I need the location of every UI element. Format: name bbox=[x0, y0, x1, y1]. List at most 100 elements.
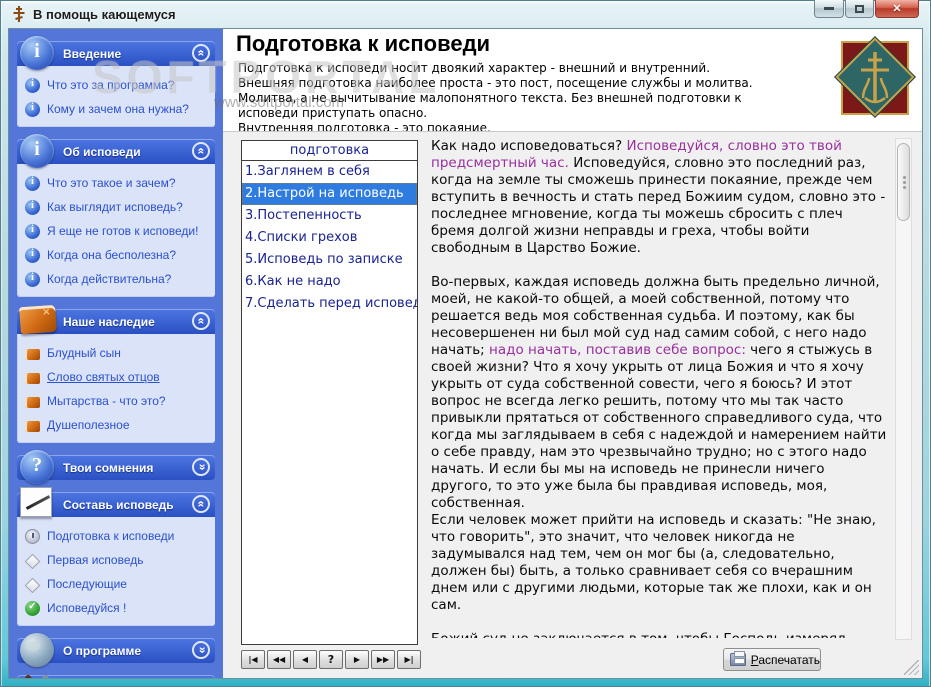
question-icon bbox=[20, 450, 54, 484]
sidebar-item-label: Когда она бесполезна? bbox=[47, 248, 176, 262]
sidebar-item-label: Что это за программа? bbox=[47, 78, 175, 92]
chevron-up-icon[interactable]: « bbox=[192, 142, 210, 160]
sidebar-item-label: Как выглядит исповедь? bbox=[47, 200, 183, 214]
chevron-up-icon[interactable]: « bbox=[192, 312, 210, 330]
sidebar-item[interactable]: Когда действительна? bbox=[25, 267, 211, 291]
titlebar[interactable]: В помощь кающемуся ✕ bbox=[0, 0, 931, 28]
chapter-listbox: подготовка 1.Заглянем в себя2.Настрой на… bbox=[241, 140, 418, 645]
article-paragraph: Во-первых, каждая исповедь должна быть п… bbox=[431, 274, 888, 512]
print-button[interactable]: Распечатать bbox=[723, 648, 821, 671]
nav-prior-button[interactable]: ◀ bbox=[293, 650, 317, 669]
book-icon bbox=[25, 373, 40, 384]
sidebar: Введение « Что это за программа? Кому и зач… bbox=[9, 29, 223, 678]
book-icon bbox=[25, 349, 40, 360]
sidebar-header-heritage[interactable]: Наше наследие« bbox=[17, 309, 215, 334]
sidebar-section-settings: Настройки« bbox=[17, 675, 215, 678]
main-panel: Подготовка к исповеди Подготовка к испов… bbox=[223, 29, 922, 678]
article-paragraph: Как надо исповедоваться? Исповедуйся, сл… bbox=[431, 138, 888, 257]
printer-icon bbox=[730, 653, 746, 666]
chapter-list-item[interactable]: 2.Настрой на исповедь bbox=[242, 183, 417, 205]
nav-prior-page-button[interactable]: ◀◀ bbox=[267, 650, 291, 669]
chevron-down-icon[interactable]: « bbox=[192, 458, 210, 476]
nav-next-button[interactable]: ▶ bbox=[345, 650, 369, 669]
section-title: Введение bbox=[63, 47, 121, 61]
sidebar-item-label: Исповедуйся ! bbox=[47, 601, 126, 615]
check-icon bbox=[25, 601, 40, 616]
page-intro: Подготовка к исповеди носит двоякий хара… bbox=[238, 61, 796, 136]
info-icon bbox=[25, 102, 40, 117]
sidebar-item-label: Первая исповедь bbox=[47, 553, 144, 567]
sidebar-section-compose: Составь исповедь« Подготовка к исповеди Пе… bbox=[17, 492, 215, 626]
section-body-intro: Что это за программа? Кому и зачем она ну… bbox=[17, 66, 215, 127]
chapter-list-item[interactable]: 3.Постепенность bbox=[242, 205, 417, 227]
info-icon bbox=[20, 134, 54, 168]
info-icon bbox=[25, 248, 40, 263]
sidebar-item-label: Подготовка к исповеди bbox=[47, 529, 174, 543]
sidebar-item[interactable]: Подготовка к исповеди bbox=[25, 524, 211, 548]
nav-help-button[interactable]: ? bbox=[319, 650, 343, 669]
article-scrollbar[interactable] bbox=[895, 138, 912, 640]
pencil-icon bbox=[20, 487, 52, 517]
sidebar-item[interactable]: Я еще не готов к исповеди! bbox=[25, 219, 211, 243]
sidebar-header-settings[interactable]: Настройки« bbox=[17, 675, 215, 678]
article-paragraph: Божий суд не заключается в том, чтобы Го… bbox=[431, 631, 888, 638]
maximize-button[interactable] bbox=[845, 0, 874, 18]
sidebar-item-label: Блудный сын bbox=[47, 346, 121, 360]
clock-icon bbox=[25, 529, 40, 544]
info-icon bbox=[20, 36, 54, 70]
sidebar-item[interactable]: Последующие bbox=[25, 572, 211, 596]
article-paragraph: Если человек может прийти на исповедь и … bbox=[431, 512, 888, 614]
sidebar-section-intro: Введение « Что это за программа? Кому и зач… bbox=[17, 41, 215, 127]
minimize-button[interactable] bbox=[814, 0, 844, 18]
info-icon bbox=[25, 224, 40, 239]
sidebar-item-label: Когда действительна? bbox=[47, 272, 171, 286]
scrollbar-thumb[interactable] bbox=[897, 143, 910, 221]
nav-next-page-button[interactable]: ▶▶ bbox=[371, 650, 395, 669]
chapter-list-item[interactable]: 6.Как не надо bbox=[242, 271, 417, 293]
sidebar-header-doubts[interactable]: Твои сомнения« bbox=[17, 455, 215, 480]
sidebar-item-label: Душеполезное bbox=[47, 418, 130, 432]
tag-icon bbox=[25, 553, 41, 569]
book-icon bbox=[25, 421, 40, 432]
chevron-down-icon[interactable]: « bbox=[192, 641, 210, 659]
sidebar-header-about-confession[interactable]: Об исповеди« bbox=[17, 139, 215, 164]
globe-icon bbox=[20, 633, 54, 667]
sidebar-item[interactable]: Как выглядит исповедь? bbox=[25, 195, 211, 219]
chapter-list-item[interactable]: 4.Списки грехов bbox=[242, 227, 417, 249]
close-button[interactable]: ✕ bbox=[875, 0, 919, 18]
sidebar-item[interactable]: Исповедуйся ! bbox=[25, 596, 211, 620]
sidebar-section-program: О программе« bbox=[17, 638, 215, 663]
sidebar-item[interactable]: Когда она бесполезна? bbox=[25, 243, 211, 267]
client-area: Введение « Что это за программа? Кому и зач… bbox=[8, 28, 923, 679]
sidebar-item[interactable]: Слово святых отцов bbox=[25, 365, 211, 389]
sidebar-item[interactable]: Блудный сын bbox=[25, 341, 211, 365]
page-header: Подготовка к исповеди Подготовка к испов… bbox=[223, 29, 922, 131]
sidebar-header-program[interactable]: О программе« bbox=[17, 638, 215, 663]
nav-last-button[interactable]: ▶| bbox=[397, 650, 421, 669]
nav-first-button[interactable]: |◀ bbox=[241, 650, 265, 669]
chapter-list-item[interactable]: 5.Исповедь по записке bbox=[242, 249, 417, 271]
sidebar-header-compose[interactable]: Составь исповедь« bbox=[17, 492, 215, 517]
sidebar-item[interactable]: Что это за программа? bbox=[25, 73, 211, 97]
chevron-up-icon[interactable]: « bbox=[192, 44, 210, 62]
sidebar-item-label: Последующие bbox=[47, 577, 127, 591]
chapter-list-item[interactable]: 1.Заглянем в себя bbox=[242, 161, 417, 183]
sidebar-item-label: Слово святых отцов bbox=[47, 370, 160, 384]
chapter-list-item[interactable]: 7.Сделать перед исповедью bbox=[242, 293, 417, 315]
sidebar-item-label: Мытарства - что это? bbox=[47, 394, 166, 408]
sidebar-section-heritage: Наше наследие« Блудный сын Слово святых от… bbox=[17, 309, 215, 443]
sidebar-item[interactable]: Душеполезное bbox=[25, 413, 211, 437]
info-icon bbox=[25, 78, 40, 93]
section-body-heritage: Блудный сын Слово святых отцов Мытарства -… bbox=[17, 334, 215, 443]
sidebar-section-doubts: Твои сомнения« bbox=[17, 455, 215, 480]
chapter-list-header[interactable]: подготовка bbox=[242, 141, 417, 161]
sidebar-item-label: Я еще не готов к исповеди! bbox=[47, 224, 198, 238]
sidebar-item[interactable]: Первая исповедь bbox=[25, 548, 211, 572]
sidebar-header-intro[interactable]: Введение « bbox=[17, 41, 215, 66]
sidebar-item[interactable]: Кому и зачем она нужна? bbox=[25, 97, 211, 121]
resize-grip[interactable] bbox=[904, 660, 919, 675]
sidebar-item[interactable]: Что это такое и зачем? bbox=[25, 171, 211, 195]
chevron-up-icon[interactable]: « bbox=[192, 495, 210, 513]
sidebar-item[interactable]: Мытарства - что это? bbox=[25, 389, 211, 413]
app-window: В помощь кающемуся ✕ Введение « Что это за… bbox=[0, 0, 931, 687]
